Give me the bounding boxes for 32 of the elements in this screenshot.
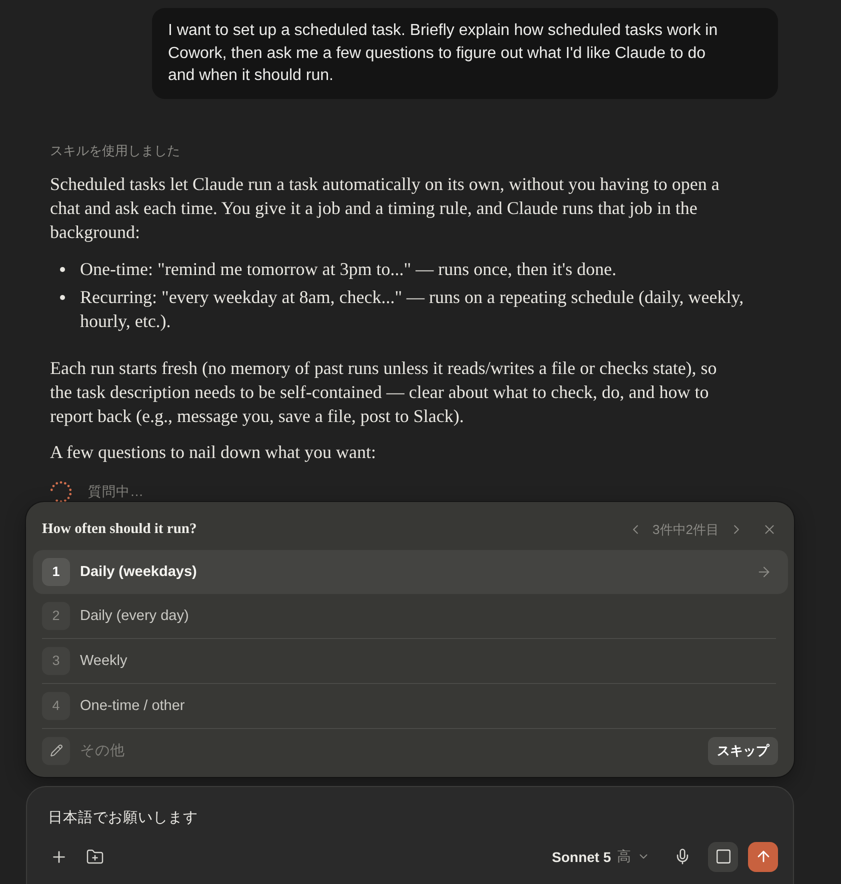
user-message: I want to set up a scheduled task. Briefly explain how scheduled tasks work in Cowork, then ask me a few questions to figure out what I'd like Claude to do and when it should run.	[152, 8, 778, 98]
other-input-field[interactable]: その他	[80, 736, 698, 764]
skill-note: スキルを使用しました	[50, 142, 181, 160]
square-toggle-button[interactable]	[708, 842, 738, 872]
response-paragraph: A few questions to nail down what you want:	[50, 440, 377, 464]
list-item: Recurring: "every weekday at 8am, check..." — runs on a repeating schedule (daily, weekly, hourly, etc.).	[80, 286, 745, 332]
send-button[interactable]	[748, 842, 778, 872]
pager-label: 3件中2件目	[652, 520, 719, 538]
skip-button[interactable]: スキップ	[708, 736, 778, 764]
option-number: 2	[42, 602, 70, 630]
option-number: 4	[42, 692, 70, 720]
option-button[interactable]: 2 Daily (every day)	[33, 594, 788, 638]
folder-plus-icon[interactable]	[86, 848, 104, 866]
microphone-icon[interactable]	[674, 848, 691, 865]
bullet-icon	[60, 294, 65, 300]
option-button[interactable]: 4 One-time / other	[33, 684, 788, 728]
question-title: How often should it run?	[42, 521, 198, 538]
bullet-icon	[60, 266, 65, 272]
response-paragraph: Scheduled tasks let Claude run a task automatically on its own, without you having to open a chat and ask each time. You give it a job and a timing rule, and Claude runs that job in the background:	[50, 172, 720, 244]
response-paragraph: Each run starts fresh (no memory of past runs unless it reads/writes a file or checks state), so the task description needs to be self-contained — clear about what to check, do, and how to report back (e.g., message you, save a file, post to Slack).	[50, 356, 718, 428]
option-button[interactable]: 3 Weekly	[33, 638, 788, 682]
status-text: 質問中…	[88, 482, 144, 500]
option-number: 1	[42, 558, 70, 586]
close-icon[interactable]	[762, 522, 777, 537]
list-item: One-time: "remind me tomorrow at 3pm to..." — runs once, then it's done.	[80, 258, 618, 280]
message-input[interactable]: 日本語でお願いします	[48, 806, 778, 830]
model-selector[interactable]: Sonnet 5 高	[552, 848, 650, 866]
option-button[interactable]: 1 Daily (weekdays)	[33, 550, 788, 594]
pencil-icon	[42, 736, 70, 764]
spinner-icon	[50, 480, 72, 502]
square-icon	[714, 848, 732, 865]
option-number: 3	[42, 646, 70, 674]
